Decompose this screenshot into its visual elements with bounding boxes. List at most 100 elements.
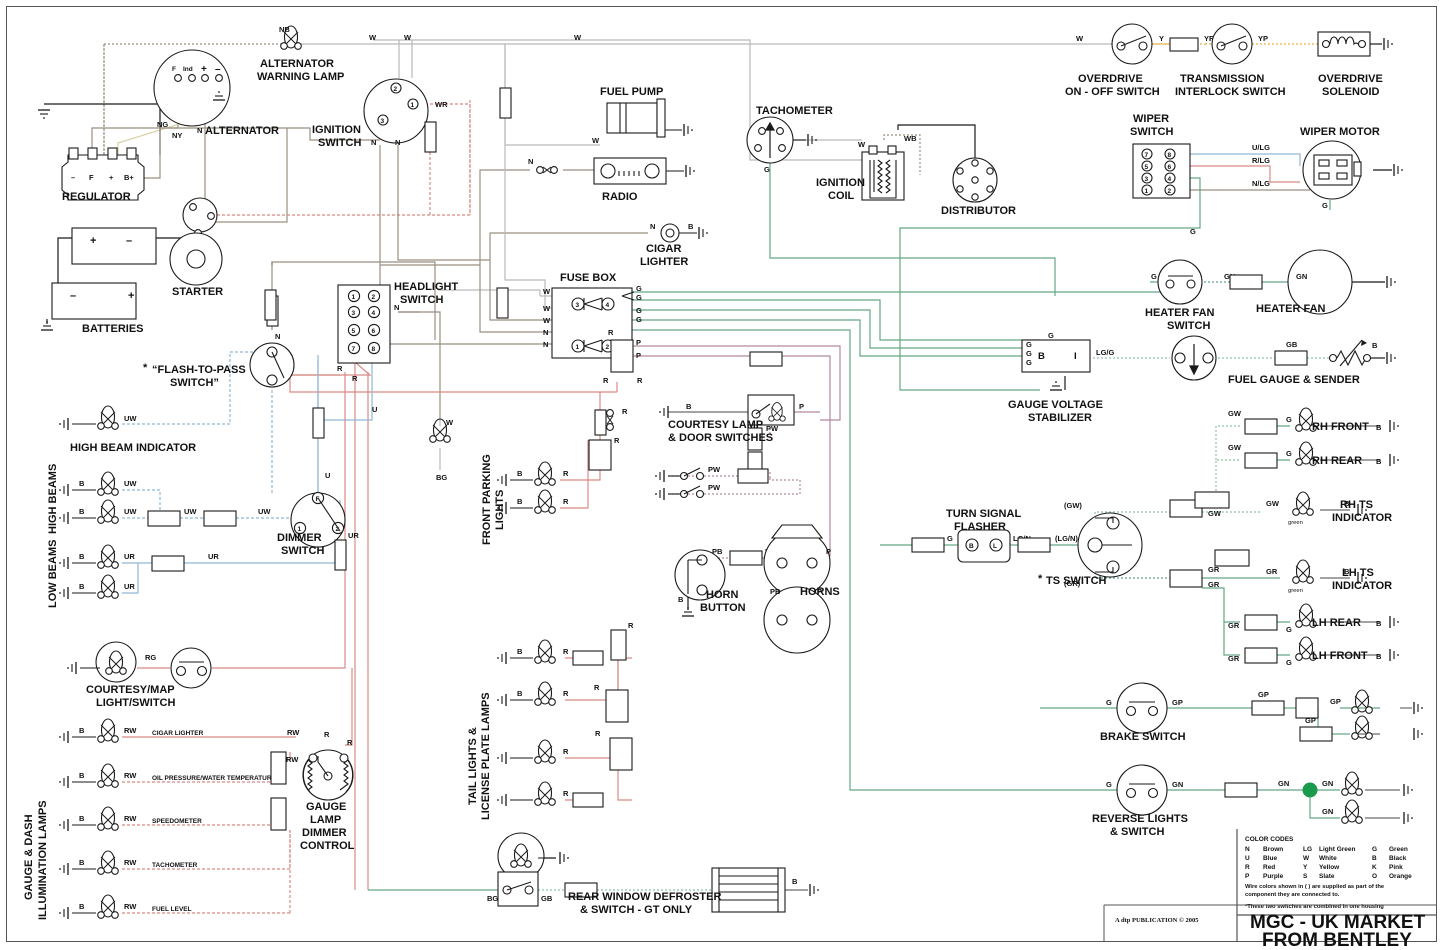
brake-switch-label: BRAKE SWITCH	[1100, 731, 1186, 743]
hb2-b: B	[79, 507, 85, 516]
hb-b: B	[678, 595, 684, 604]
dl4-rw: RW	[124, 858, 137, 867]
tl4-r: R	[563, 789, 569, 798]
flasher-term-l: L	[993, 543, 997, 550]
hb2-uw: UW	[124, 507, 137, 516]
alternator-terminal-ind: Ind	[183, 66, 193, 73]
rl-gn1: GN	[1172, 780, 1183, 789]
dl2-b: B	[79, 771, 85, 780]
connector-brake	[1295, 697, 1319, 719]
def-bg: BG	[487, 894, 498, 903]
dimmer-switch-label-2: SWITCH	[281, 545, 324, 557]
rh-ts-label-1: RH TS	[1340, 499, 1373, 511]
tail-lights-label-2: LICENSE PLATE LAMPS	[480, 692, 492, 820]
bs-gp2: GP	[1258, 690, 1269, 699]
cc-r3n2: Slate	[1319, 873, 1335, 880]
fuse-ign	[424, 121, 437, 153]
overdrive-solenoid-label-1: OVERDRIVE	[1318, 73, 1383, 85]
tl3-r: R	[563, 747, 569, 756]
fpl2-b: B	[517, 497, 523, 506]
connector-rhr	[1244, 452, 1278, 469]
connector-hb2	[203, 510, 237, 527]
tl6-r: R	[594, 683, 600, 692]
wire-label-gb: GB	[1286, 340, 1298, 349]
low-beams-label: LOW BEAMS	[47, 540, 59, 608]
fb-w3: W	[543, 316, 551, 325]
rl-gn2: GN	[1278, 779, 1289, 788]
wiper-switch-term-6: 6	[1168, 164, 1172, 171]
wire-label-w-fp: W	[592, 136, 600, 145]
reverse-switch-body[interactable]	[1116, 764, 1168, 816]
tl7-r: R	[595, 729, 601, 738]
wire-label-rlg: R/LG	[1252, 156, 1270, 165]
heater-fan-label: HEATER FAN	[1256, 303, 1326, 315]
connector-ts4	[1214, 549, 1250, 567]
bs-gp1: GP	[1172, 698, 1183, 707]
connector-ts3	[1194, 491, 1230, 509]
hb3-uw: UW	[184, 507, 197, 516]
headlight-switch-body[interactable]	[337, 284, 391, 364]
gldc-label-2: LAMP	[310, 814, 341, 826]
flash-to-pass-star: *	[143, 362, 148, 374]
flash-to-pass-label-2: SWITCH”	[170, 377, 219, 389]
front-parking-label-2: LIGHTS	[494, 490, 506, 530]
fpl1-r: R	[563, 469, 569, 478]
lhr-gr: GR	[1228, 621, 1240, 630]
dl2-rw: RW	[124, 771, 137, 780]
dash-lamp-label-2: SPEEDOMETER	[152, 818, 202, 825]
fuse-courtesy	[749, 351, 783, 367]
fb-g2: G	[636, 293, 642, 302]
hb4-uw: UW	[258, 507, 271, 516]
fuse-wr	[499, 87, 512, 119]
hb1-b: B	[79, 479, 85, 488]
rhts-gw: GW	[1266, 499, 1280, 508]
heater-fan-switch-body[interactable]	[1157, 259, 1203, 305]
gldc-r1: R	[324, 730, 330, 739]
battery-top-body	[71, 227, 157, 265]
high-beams-label: HIGH BEAMS	[47, 464, 59, 534]
courtesy-lamp-label-1: COURTESY LAMP	[668, 419, 763, 431]
flasher-label-1: TURN SIGNAL	[946, 508, 1021, 520]
cc-r0n2: Light Green	[1319, 846, 1356, 853]
lhf-g: G	[1286, 658, 1292, 667]
wire-label-nlg: N/LG	[1252, 179, 1270, 188]
cl-pw3: PW	[708, 483, 721, 492]
alternator-terminal-plus: +	[201, 64, 207, 75]
regulator-terminal-f: F	[89, 173, 94, 182]
connector-fpl3	[610, 339, 634, 373]
alternator-terminal-minus: –	[215, 64, 221, 75]
dash-lamp-label-3: TACHOMETER	[152, 862, 198, 869]
heater-fan-switch-label-1: HEATER FAN	[1145, 307, 1215, 319]
fb-p2: P	[636, 351, 641, 360]
rhr-b: B	[1376, 457, 1382, 466]
wire-label-n-ftp: N	[275, 332, 280, 341]
ignition-coil-label-1: IGNITION	[816, 177, 865, 189]
brake-switch-body[interactable]	[1116, 682, 1168, 734]
wire-label-w-ign: W	[369, 33, 377, 42]
wire-label-wb: WB	[904, 134, 917, 143]
wiper-switch-label-2: SWITCH	[1130, 126, 1173, 138]
lhts-green: green	[1288, 588, 1303, 594]
wire-label-n-ign: N	[371, 138, 376, 147]
gvs-terminal-b: B	[1038, 351, 1045, 362]
cl-pw2: PW	[708, 465, 721, 474]
rh-ts-label-2: INDICATOR	[1332, 512, 1392, 524]
regulator-terminal-bplus: B+	[124, 173, 134, 182]
headlight-switch-term-2: 2	[372, 294, 376, 301]
bs-g: G	[1106, 698, 1112, 707]
defroster-element-body	[711, 867, 786, 913]
reverse-lights-label-2: & SWITCH	[1110, 826, 1164, 838]
cc-r2c1: R	[1245, 864, 1250, 871]
dl1-rw: RW	[124, 726, 137, 735]
cc-r0c2: LG	[1303, 846, 1312, 853]
connector-gldc1	[270, 751, 287, 785]
ignition-switch-label-1: IGNITION	[312, 124, 361, 136]
cc-r1n2: White	[1319, 855, 1337, 862]
lhr-b: B	[1376, 619, 1382, 628]
cc-r0n1: Brown	[1263, 846, 1283, 853]
fuse-box-label: FUSE BOX	[560, 272, 617, 284]
tl5-r: R	[628, 621, 634, 630]
connector-tl1	[572, 650, 604, 666]
wire-label-g-tach: G	[764, 165, 770, 174]
cc-r2c3: K	[1372, 864, 1377, 871]
